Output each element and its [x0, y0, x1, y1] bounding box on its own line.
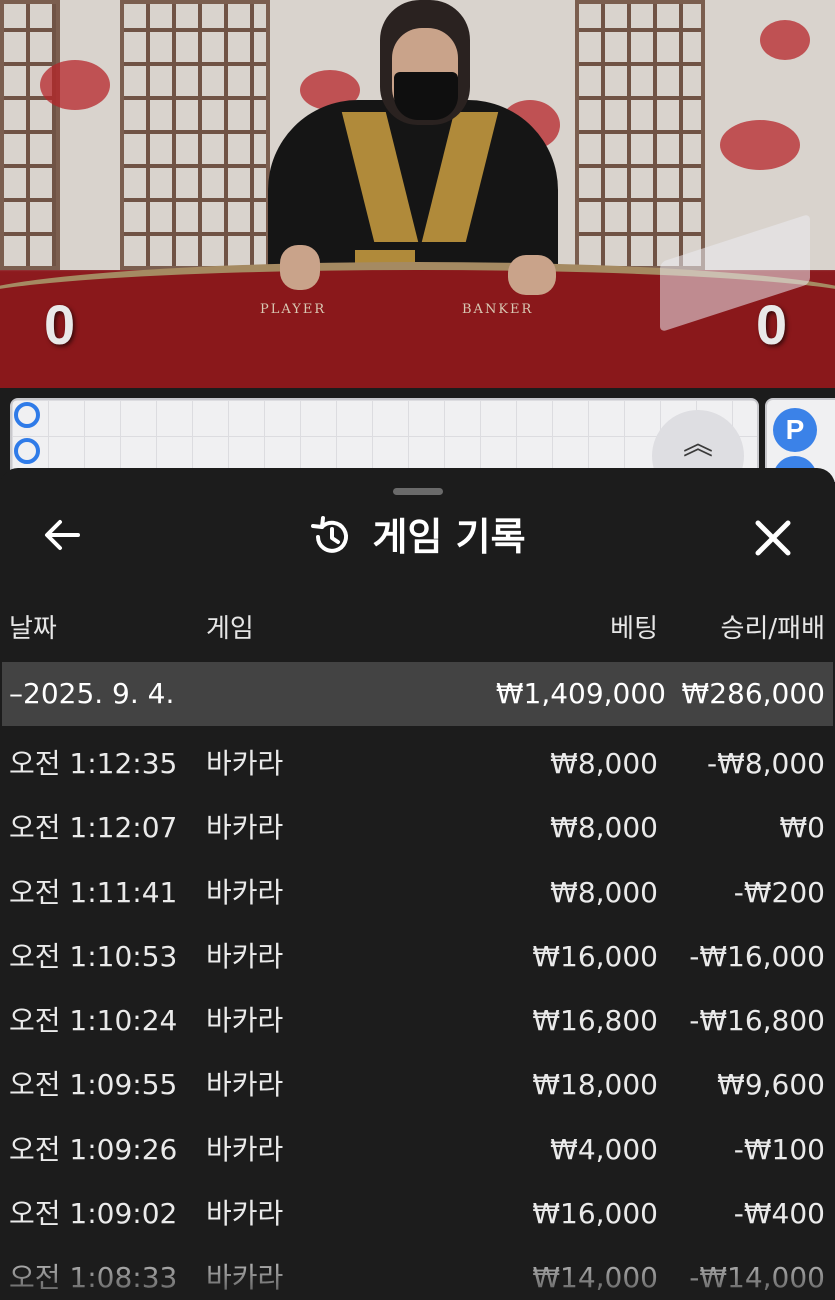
row-result: -₩16,800: [689, 1004, 825, 1038]
row-game: 바카라: [206, 1197, 284, 1231]
road-player-marker: [14, 438, 40, 464]
row-time: 오전 1:09:55: [9, 1068, 178, 1102]
row-bet: ₩18,000: [532, 1068, 658, 1102]
row-bet: ₩8,000: [550, 811, 658, 845]
sheet-drag-handle[interactable]: [393, 488, 443, 495]
column-header-date: 날짜: [9, 614, 57, 644]
history-row[interactable]: 오전 1:10:24 바카라 ₩16,800 -₩16,800: [0, 989, 835, 1053]
column-header-game: 게임: [206, 614, 254, 644]
history-row[interactable]: 오전 1:12:07 바카라 ₩8,000 ₩0: [0, 796, 835, 860]
row-game: 바카라: [206, 875, 284, 909]
lattice-panel: [575, 0, 705, 270]
column-header-win-loss: 승리/패배: [720, 614, 825, 644]
dealer-hand: [280, 245, 320, 290]
column-headers: 날짜 게임 베팅 승리/패배: [0, 608, 835, 652]
row-game: 바카라: [206, 1004, 284, 1038]
table-label-player: PLAYER: [260, 302, 327, 317]
close-icon: [755, 520, 791, 556]
lattice-panel: [120, 0, 270, 270]
row-time: 오전 1:09:02: [9, 1197, 178, 1231]
row-game: 바카라: [206, 939, 284, 973]
close-button[interactable]: [748, 513, 798, 563]
player-score: 0: [44, 293, 76, 356]
row-game: 바카라: [206, 747, 284, 780]
row-result: -₩400: [733, 1197, 825, 1231]
history-row[interactable]: 오전 1:12:35 바카라 ₩8,000 -₩8,000: [0, 732, 835, 796]
row-bet: ₩14,000: [532, 1261, 658, 1295]
live-video-feed: PLAYER BANKER 0 0: [0, 0, 835, 388]
day-win-total: ₩286,000: [681, 677, 825, 710]
history-row[interactable]: 오전 1:09:02 바카라 ₩16,000 -₩400: [0, 1182, 835, 1246]
row-bet: ₩16,000: [532, 1197, 658, 1231]
chevron-up-double-icon: ︽: [683, 427, 713, 462]
row-game: 바카라: [206, 1261, 284, 1295]
blossom-decoration: [720, 120, 800, 170]
row-game: 바카라: [206, 1132, 284, 1166]
row-bet: ₩4,000: [550, 1132, 658, 1166]
day-date: –2025. 9. 4.: [9, 677, 175, 710]
row-bet: ₩16,000: [532, 939, 658, 973]
table-label-banker: BANKER: [462, 302, 534, 317]
row-time: 오전 1:08:33: [9, 1261, 178, 1295]
history-row[interactable]: 오전 1:08:33 바카라 ₩14,000 -₩14,000: [0, 1246, 835, 1300]
dealer-mask: [394, 72, 458, 120]
dealer-hand: [508, 255, 556, 295]
row-time: 오전 1:12:35: [9, 747, 178, 780]
banker-score: 0: [756, 293, 788, 356]
day-summary-row[interactable]: –2025. 9. 4. ₩1,409,000 ₩286,000: [2, 662, 833, 726]
row-result: -₩14,000: [689, 1261, 825, 1295]
row-time: 오전 1:12:07: [9, 811, 178, 845]
row-time: 오전 1:10:24: [9, 1004, 178, 1038]
row-bet: ₩16,800: [532, 1004, 658, 1038]
game-history-sheet: 게임 기록 날짜 게임 베팅 승리/패배 –2025. 9. 4. ₩1,409…: [0, 468, 835, 1300]
road-player-marker: [14, 402, 40, 428]
history-row[interactable]: 오전 1:11:41 바카라 ₩8,000 -₩200: [0, 861, 835, 925]
history-list: 오전 1:12:35 바카라 ₩8,000 -₩8,000 오전 1:12:07…: [0, 732, 835, 1300]
row-bet: ₩8,000: [550, 747, 658, 780]
sheet-header: 게임 기록: [0, 508, 835, 564]
history-icon: [311, 515, 349, 553]
row-time: 오전 1:10:53: [9, 939, 178, 973]
player-chip: P: [773, 408, 817, 452]
blossom-decoration: [760, 20, 810, 60]
row-result: ₩9,600: [717, 1068, 825, 1102]
row-result: ₩0: [779, 811, 826, 845]
history-row[interactable]: 오전 1:10:53 바카라 ₩16,000 -₩16,000: [0, 925, 835, 989]
row-result: -₩8,000: [707, 747, 825, 780]
sheet-title: 게임 기록: [372, 514, 526, 559]
blossom-decoration: [40, 60, 110, 110]
day-bet-total: ₩1,409,000: [495, 677, 666, 710]
row-result: -₩200: [733, 875, 825, 909]
history-row[interactable]: 오전 1:09:55 바카라 ₩18,000 ₩9,600: [0, 1053, 835, 1117]
column-header-bet: 베팅: [610, 614, 658, 644]
lattice-panel: [0, 0, 60, 270]
row-bet: ₩8,000: [550, 875, 658, 909]
row-game: 바카라: [206, 811, 284, 845]
history-row[interactable]: 오전 1:09:26 바카라 ₩4,000 -₩100: [0, 1118, 835, 1182]
row-time: 오전 1:11:41: [9, 875, 178, 909]
row-time: 오전 1:09:26: [9, 1132, 178, 1166]
row-result: -₩100: [733, 1132, 825, 1166]
row-result: -₩16,000: [689, 939, 825, 973]
row-game: 바카라: [206, 1068, 284, 1102]
